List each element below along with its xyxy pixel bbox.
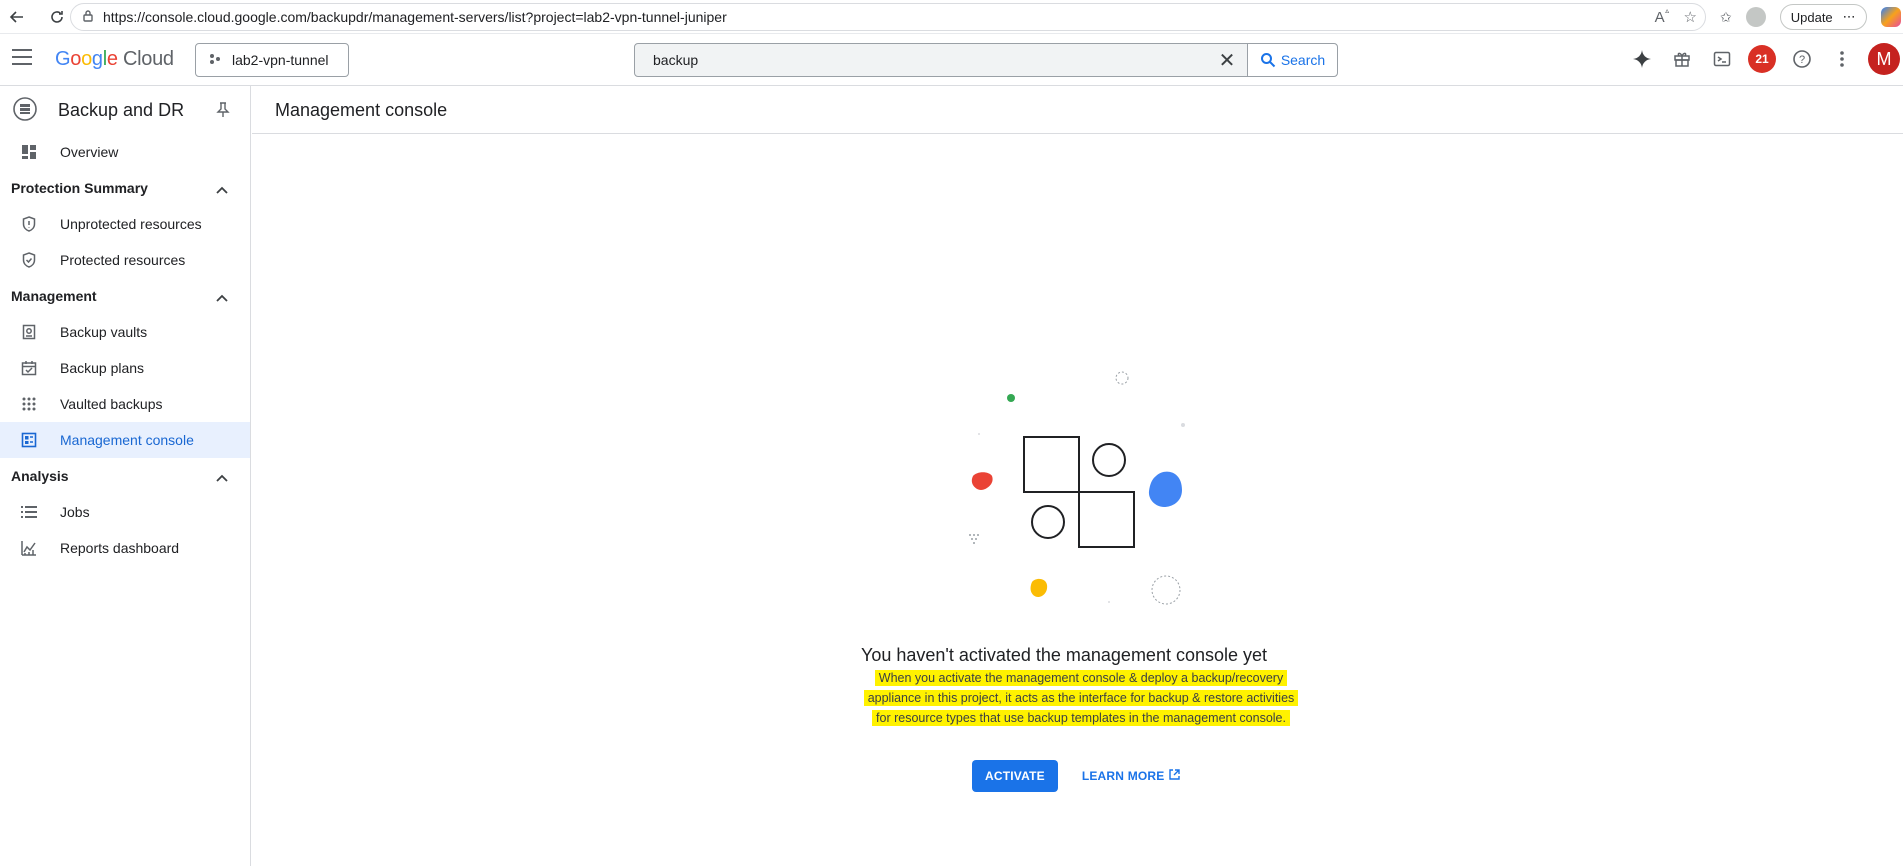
site-info-icon[interactable]	[81, 9, 95, 26]
sidebar-item-label: Vaulted backups	[60, 396, 163, 412]
console-icon	[20, 431, 38, 449]
learn-more-label: LEARN MORE	[1081, 769, 1165, 783]
back-icon[interactable]	[6, 6, 28, 28]
read-aloud-icon[interactable]: Aᐞ	[1655, 8, 1670, 26]
chevron-up-icon[interactable]	[216, 181, 228, 197]
sidebar-item-vaulted-backups[interactable]: Vaulted backups	[0, 386, 250, 422]
sidebar-item-reports-dashboard[interactable]: Reports dashboard	[0, 530, 250, 566]
empty-state-actions: ACTIVATE LEARN MORE	[972, 760, 1180, 792]
sidebar-item-unprotected-resources[interactable]: Unprotected resources	[0, 206, 250, 242]
more-vert-icon[interactable]	[1828, 45, 1856, 73]
activate-button[interactable]: ACTIVATE	[972, 760, 1058, 792]
list-icon	[20, 503, 38, 521]
update-button[interactable]: Update ⋯	[1779, 4, 1867, 30]
description-line: for resource types that use backup templ…	[872, 710, 1290, 726]
address-bar[interactable]: https://console.cloud.google.com/backupd…	[70, 3, 1706, 31]
project-name: lab2-vpn-tunnel	[232, 52, 329, 68]
sidebar-item-jobs[interactable]: Jobs	[0, 494, 250, 530]
main-menu-icon[interactable]	[12, 49, 32, 69]
sidebar-item-label: Jobs	[60, 504, 90, 520]
avatar[interactable]: M	[1868, 43, 1900, 75]
sidebar-item-label: Backup vaults	[60, 324, 148, 340]
section-management[interactable]: Management	[0, 278, 250, 314]
google-cloud-logo[interactable]: Google Cloud	[55, 48, 174, 71]
learn-more-link[interactable]: LEARN MORE	[1082, 769, 1180, 783]
sidebar-item-backup-plans[interactable]: Backup plans	[0, 350, 250, 386]
empty-state-description: When you activate the management console…	[855, 668, 1307, 728]
sidebar: Backup and DR Overview Protection Summar…	[0, 86, 251, 866]
page-title: Management console	[275, 100, 448, 120]
search-icon	[1260, 53, 1276, 68]
chevron-up-icon[interactable]	[216, 469, 228, 485]
sidebar-item-label: Unprotected resources	[60, 216, 202, 232]
chevron-up-icon[interactable]	[216, 289, 228, 305]
help-icon[interactable]: ?	[1788, 45, 1816, 73]
clear-icon[interactable]: ✕	[1207, 48, 1247, 73]
profile-icon[interactable]	[1745, 7, 1766, 27]
shield-check-icon	[20, 251, 38, 269]
cloud-shell-icon[interactable]	[1708, 45, 1736, 73]
search-input[interactable]: backup	[635, 52, 1207, 68]
page-title-bar: Management console	[252, 86, 1903, 134]
favorites-icon[interactable]: ✩	[1720, 9, 1732, 26]
favorite-star-icon[interactable]: ☆	[1684, 8, 1697, 26]
backup-dr-product-icon	[12, 96, 38, 125]
shield-alert-icon	[20, 215, 38, 233]
description-line: When you activate the management console…	[874, 670, 1288, 686]
search-bar[interactable]: backup ✕ Search	[634, 43, 1338, 77]
sidebar-item-label: Backup plans	[60, 360, 145, 376]
description-line: appliance in this project, it acts as th…	[863, 690, 1299, 706]
vault-icon	[20, 323, 38, 341]
browser-toolbar: https://console.cloud.google.com/backupd…	[0, 0, 1903, 34]
gemini-sparkle-icon[interactable]	[1628, 45, 1656, 73]
section-protection-summary[interactable]: Protection Summary	[0, 170, 250, 206]
sidebar-item-backup-vaults[interactable]: Backup vaults	[0, 314, 250, 350]
project-icon	[208, 52, 222, 69]
section-label: Protection Summary	[11, 180, 148, 196]
update-label: Update	[1790, 9, 1833, 25]
section-label: Analysis	[11, 468, 69, 484]
sidebar-item-management-console[interactable]: Management console	[0, 422, 250, 458]
sidebar-item-label: Overview	[60, 144, 119, 160]
sidebar-item-label: Management console	[60, 432, 194, 448]
reload-icon[interactable]	[46, 6, 68, 28]
product-title: Backup and DR	[58, 99, 185, 120]
svg-text:?: ?	[1799, 54, 1805, 66]
empty-state-title: You haven't activated the management con…	[860, 645, 1268, 665]
sidebar-item-label: Protected resources	[60, 252, 186, 268]
sidebar-item-label: Reports dashboard	[60, 540, 180, 556]
search-button[interactable]: Search	[1247, 44, 1337, 76]
sidebar-item-protected-resources[interactable]: Protected resources	[0, 242, 250, 278]
logo-cloud-text: Cloud	[123, 48, 174, 70]
project-picker[interactable]: lab2-vpn-tunnel	[195, 43, 349, 77]
url-text: https://console.cloud.google.com/backupd…	[103, 9, 727, 25]
section-label: Management	[11, 288, 97, 304]
console-header: Google Cloud lab2-vpn-tunnel backup ✕ Se…	[0, 34, 1903, 86]
copilot-icon[interactable]	[1880, 7, 1901, 27]
open-in-new-icon	[1168, 769, 1180, 783]
more-icon[interactable]: ⋯	[1843, 9, 1856, 25]
empty-state-illustration	[969, 371, 1185, 605]
analytics-icon	[20, 539, 38, 557]
apps-grid-icon	[20, 395, 38, 413]
dashboard-icon	[20, 143, 38, 161]
sidebar-header: Backup and DR	[0, 86, 250, 134]
notifications-badge[interactable]: 21	[1748, 45, 1776, 73]
section-analysis[interactable]: Analysis	[0, 458, 250, 494]
calendar-check-icon	[20, 359, 38, 377]
search-button-label: Search	[1280, 52, 1326, 68]
pin-icon[interactable]	[216, 102, 230, 121]
gift-icon[interactable]	[1668, 45, 1696, 73]
sidebar-item-overview[interactable]: Overview	[0, 134, 250, 170]
